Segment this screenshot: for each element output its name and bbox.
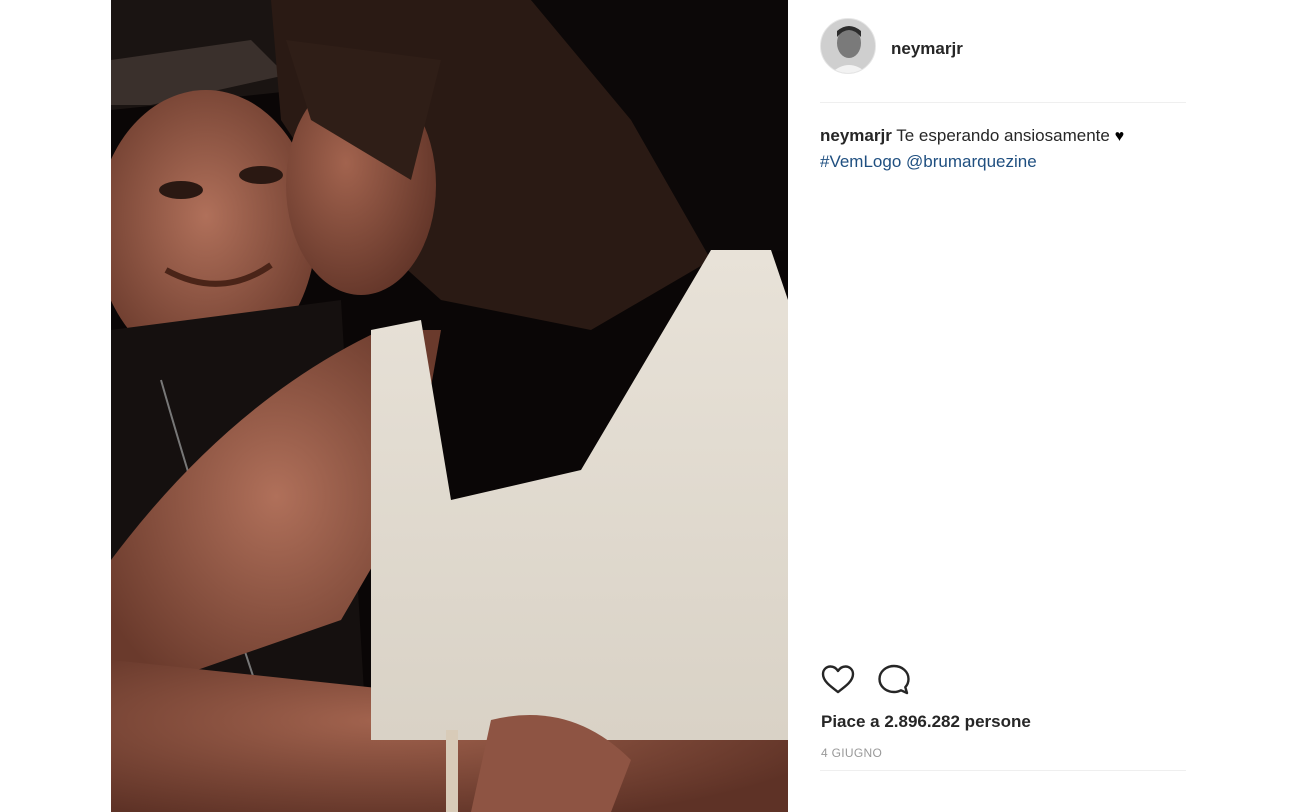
heart-emoji: ♥ <box>1114 128 1125 145</box>
caption-hashtag[interactable]: #VemLogo <box>820 152 901 171</box>
speech-bubble-icon <box>878 664 910 695</box>
avatar[interactable] <box>820 18 876 74</box>
caption-username[interactable]: neymarjr <box>820 126 892 145</box>
post-header: neymarjr <box>820 18 1186 76</box>
heart-outline-icon <box>821 665 855 694</box>
footer-divider <box>820 770 1186 771</box>
post-actions <box>820 662 940 698</box>
instagram-post: neymarjr neymarjr Te esperando ansiosame… <box>0 0 1298 812</box>
post-photo[interactable] <box>111 0 788 812</box>
caption-text: Te esperando ansiosamente <box>896 126 1110 145</box>
post-photo-image <box>111 0 788 812</box>
post-date: 4 GIUGNO <box>821 746 883 760</box>
caption-mention[interactable]: @brumarquezine <box>906 152 1037 171</box>
likes-count[interactable]: Piace a 2.896.282 persone <box>821 712 1031 732</box>
post-sidebar: neymarjr neymarjr Te esperando ansiosame… <box>820 0 1186 812</box>
post-caption: neymarjr Te esperando ansiosamente ♥ #Ve… <box>820 123 1186 174</box>
avatar-image <box>821 19 875 73</box>
header-divider <box>820 102 1186 103</box>
comment-button[interactable] <box>876 662 912 698</box>
like-button[interactable] <box>820 662 856 698</box>
post-author-username[interactable]: neymarjr <box>891 39 963 59</box>
